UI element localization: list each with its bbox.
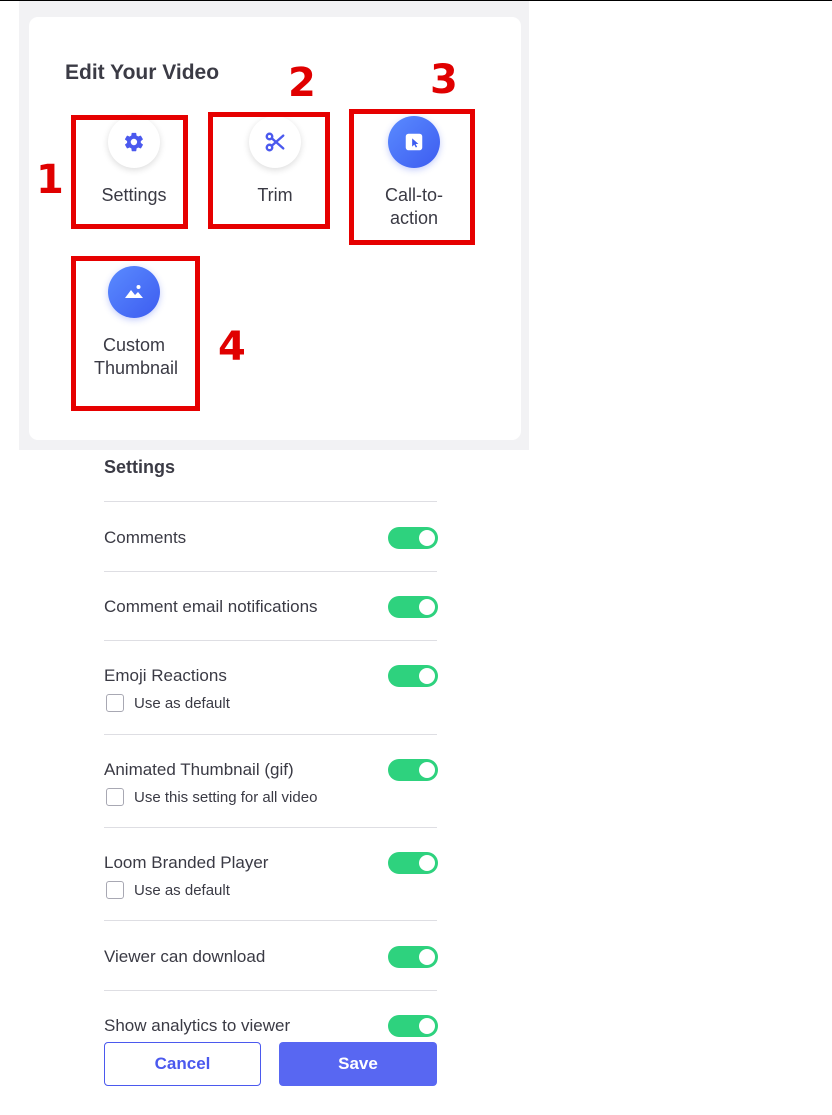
divider — [104, 990, 437, 991]
settings-heading: Settings — [104, 457, 176, 477]
setting-label-loom-branded-player: Loom Branded Player — [104, 853, 269, 872]
annotation-number-1: 1 — [36, 157, 64, 203]
divider — [104, 920, 437, 921]
setting-label-viewer-can-download: Viewer can download — [104, 947, 266, 966]
toggle-emoji-reactions[interactable] — [388, 665, 438, 687]
loom-branded-player-default-checkbox[interactable] — [106, 881, 124, 899]
annotation-box-3 — [349, 109, 475, 245]
toggle-viewer-can-download[interactable] — [388, 946, 438, 968]
toggle-show-analytics[interactable] — [388, 1015, 438, 1037]
toggle-comment-email-notifications[interactable] — [388, 596, 438, 618]
setting-label-comment-email-notifications: Comment email notifications — [104, 597, 318, 616]
divider — [104, 501, 437, 502]
cancel-button[interactable]: Cancel — [104, 1042, 261, 1086]
annotation-number-3: 3 — [430, 57, 458, 103]
loom-branded-player-default-option[interactable]: Use as default — [106, 881, 230, 899]
annotation-box-1 — [71, 115, 188, 229]
edit-panel-title: Edit Your Video — [65, 61, 220, 84]
animated-thumbnail-all-videos-checkbox[interactable] — [106, 788, 124, 806]
toggle-animated-thumbnail[interactable] — [388, 759, 438, 781]
emoji-reactions-default-option[interactable]: Use as default — [106, 694, 230, 712]
divider — [104, 640, 437, 641]
animated-thumbnail-all-videos-label: Use this setting for all video — [134, 788, 318, 806]
loom-branded-player-default-label: Use as default — [134, 881, 230, 899]
divider — [104, 734, 437, 735]
setting-label-show-analytics: Show analytics to viewer — [104, 1016, 291, 1035]
annotation-box-2 — [208, 112, 330, 229]
toggle-comments[interactable] — [388, 527, 438, 549]
divider — [104, 827, 437, 828]
divider — [104, 571, 437, 572]
animated-thumbnail-all-videos-option[interactable]: Use this setting for all video — [106, 788, 317, 806]
setting-label-comments: Comments — [104, 528, 187, 547]
emoji-reactions-default-label: Use as default — [134, 694, 230, 712]
annotation-number-2: 2 — [288, 60, 316, 106]
annotation-number-4: 4 — [218, 324, 246, 370]
toggle-loom-branded-player[interactable] — [388, 852, 438, 874]
setting-label-animated-thumbnail: Animated Thumbnail (gif) — [104, 760, 294, 779]
save-button[interactable]: Save — [279, 1042, 437, 1086]
emoji-reactions-default-checkbox[interactable] — [106, 694, 124, 712]
annotation-box-4 — [71, 256, 200, 411]
setting-label-emoji-reactions: Emoji Reactions — [104, 666, 227, 685]
